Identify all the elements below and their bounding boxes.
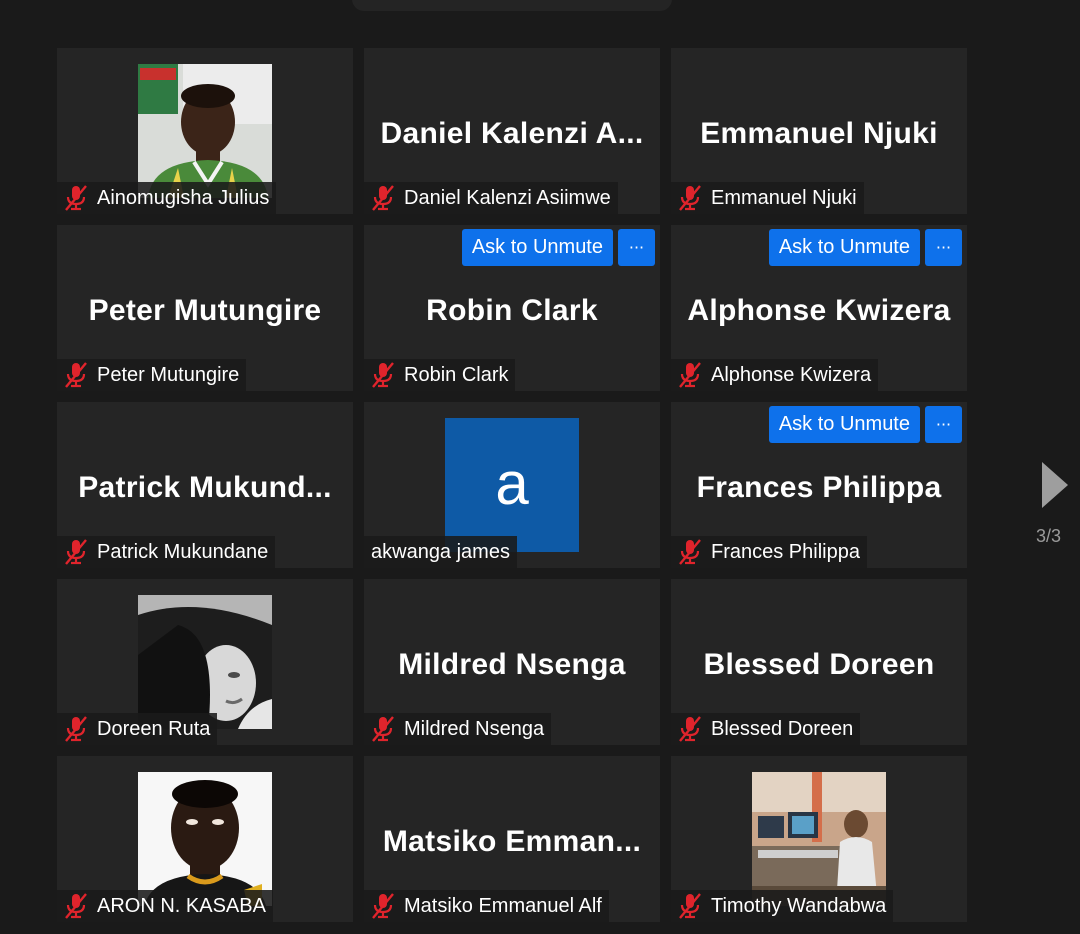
participant-photo <box>752 772 886 906</box>
participant-photo <box>138 595 272 729</box>
participant-tile[interactable]: ARON N. KASABA <box>57 756 353 922</box>
participant-display-name: Frances Philippa <box>696 471 942 504</box>
more-options-button[interactable]: ··· <box>925 229 962 266</box>
participant-tile[interactable]: Matsiko Emman... Matsiko Emmanuel Alf <box>364 756 660 922</box>
participant-tile[interactable]: Blessed Doreen Blessed Doreen <box>671 579 967 745</box>
participant-tile[interactable]: Mildred Nsenga Mildred Nsenga <box>364 579 660 745</box>
ask-to-unmute-button[interactable]: Ask to Unmute <box>768 406 920 443</box>
participant-name-tag: Emmanuel Njuki <box>671 182 864 214</box>
participant-tile[interactable]: Alphonse Kwizera Ask to Unmute ··· Alphonse… <box>671 225 967 391</box>
participant-name-label: Daniel Kalenzi Asiimwe <box>404 186 611 209</box>
participant-display-name: Matsiko Emman... <box>382 825 642 858</box>
participant-name-label: akwanga james <box>371 540 510 563</box>
mic-muted-icon <box>675 361 705 389</box>
participant-tile[interactable]: Peter Mutungire Peter Mutungire <box>57 225 353 391</box>
participant-tile[interactable]: a akwanga james <box>364 402 660 568</box>
mic-muted-icon <box>675 892 705 920</box>
mic-muted-icon <box>61 538 91 566</box>
participant-display-name: Peter Mutungire <box>88 294 322 327</box>
participant-display-name: Daniel Kalenzi A... <box>380 117 644 150</box>
participant-name-tag: Robin Clark <box>364 359 516 391</box>
participant-tile[interactable]: Daniel Kalenzi A... Daniel Kalenzi Asiimw… <box>364 48 660 214</box>
mic-muted-icon <box>61 892 91 920</box>
participant-name-label: Patrick Mukundane <box>97 540 269 563</box>
next-page-arrow-icon[interactable] <box>1040 460 1070 510</box>
participant-avatar: a <box>445 418 579 552</box>
participant-name-tag: ARON N. KASABA <box>57 890 273 922</box>
mic-muted-icon <box>61 715 91 743</box>
participant-photo <box>138 772 272 906</box>
participant-tile[interactable]: Timothy Wandabwa <box>671 756 967 922</box>
top-toolbar-pill <box>352 0 672 11</box>
participant-name-tag: Doreen Ruta <box>57 713 218 745</box>
participant-name-label: Alphonse Kwizera <box>711 363 872 386</box>
participant-name-label: Ainomugisha Julius <box>97 186 270 209</box>
participant-name-tag: Patrick Mukundane <box>57 536 276 568</box>
mic-muted-icon <box>368 184 398 212</box>
participant-tile[interactable]: Frances Philippa Ask to Unmute ··· Frances … <box>671 402 967 568</box>
more-options-button[interactable]: ··· <box>618 229 655 266</box>
participant-display-name: Mildred Nsenga <box>398 648 626 681</box>
mic-muted-icon <box>675 184 705 212</box>
participant-name-tag: Peter Mutungire <box>57 359 247 391</box>
participant-name-label: Robin Clark <box>404 363 509 386</box>
more-options-button[interactable]: ··· <box>925 406 962 443</box>
participant-name-tag: akwanga james <box>364 536 517 568</box>
participant-display-name: Alphonse Kwizera <box>687 294 951 327</box>
page-indicator: 3/3 <box>1036 526 1062 546</box>
ask-to-unmute-button[interactable]: Ask to Unmute <box>768 229 920 266</box>
participant-name-tag: Mildred Nsenga <box>364 713 552 745</box>
participant-name-label: Mildred Nsenga <box>404 717 545 740</box>
participant-tile[interactable]: Doreen Ruta <box>57 579 353 745</box>
participant-name-tag: Daniel Kalenzi Asiimwe <box>364 182 618 214</box>
mic-muted-icon <box>61 361 91 389</box>
participant-name-label: ARON N. KASABA <box>97 894 266 917</box>
ask-to-unmute-button[interactable]: Ask to Unmute <box>461 229 613 266</box>
participant-name-label: Doreen Ruta <box>97 717 211 740</box>
gallery-grid: Ainomugisha Julius Daniel Kalenzi A... Dan… <box>57 48 967 922</box>
participant-display-name: Blessed Doreen <box>703 648 935 681</box>
mic-muted-icon <box>368 715 398 743</box>
participant-name-tag: Timothy Wandabwa <box>671 890 894 922</box>
participant-name-tag: Matsiko Emmanuel Alf <box>364 890 609 922</box>
participant-name-tag: Ainomugisha Julius <box>57 182 277 214</box>
participant-tile[interactable]: Emmanuel Njuki Emmanuel Njuki <box>671 48 967 214</box>
participant-tile[interactable]: Patrick Mukund... Patrick Mukundane <box>57 402 353 568</box>
participant-name-label: Blessed Doreen <box>711 717 854 740</box>
participant-name-label: Emmanuel Njuki <box>711 186 857 209</box>
mic-muted-icon <box>368 361 398 389</box>
participant-name-tag: Frances Philippa <box>671 536 867 568</box>
participant-name-label: Matsiko Emmanuel Alf <box>404 894 602 917</box>
mic-muted-icon <box>675 538 705 566</box>
participant-display-name: Emmanuel Njuki <box>700 117 938 150</box>
participant-name-label: Frances Philippa <box>711 540 860 563</box>
participant-name-label: Timothy Wandabwa <box>711 894 887 917</box>
participant-display-name: Robin Clark <box>426 294 598 327</box>
participant-tile[interactable]: Robin Clark Ask to Unmute ··· Robin Clark <box>364 225 660 391</box>
participant-photo <box>138 64 272 198</box>
participant-name-label: Peter Mutungire <box>97 363 240 386</box>
mic-muted-icon <box>61 184 91 212</box>
mic-muted-icon <box>368 892 398 920</box>
participant-tile[interactable]: Ainomugisha Julius <box>57 48 353 214</box>
participant-display-name: Patrick Mukund... <box>78 471 332 504</box>
participant-name-tag: Blessed Doreen <box>671 713 861 745</box>
participant-name-tag: Alphonse Kwizera <box>671 359 879 391</box>
mic-muted-icon <box>675 715 705 743</box>
